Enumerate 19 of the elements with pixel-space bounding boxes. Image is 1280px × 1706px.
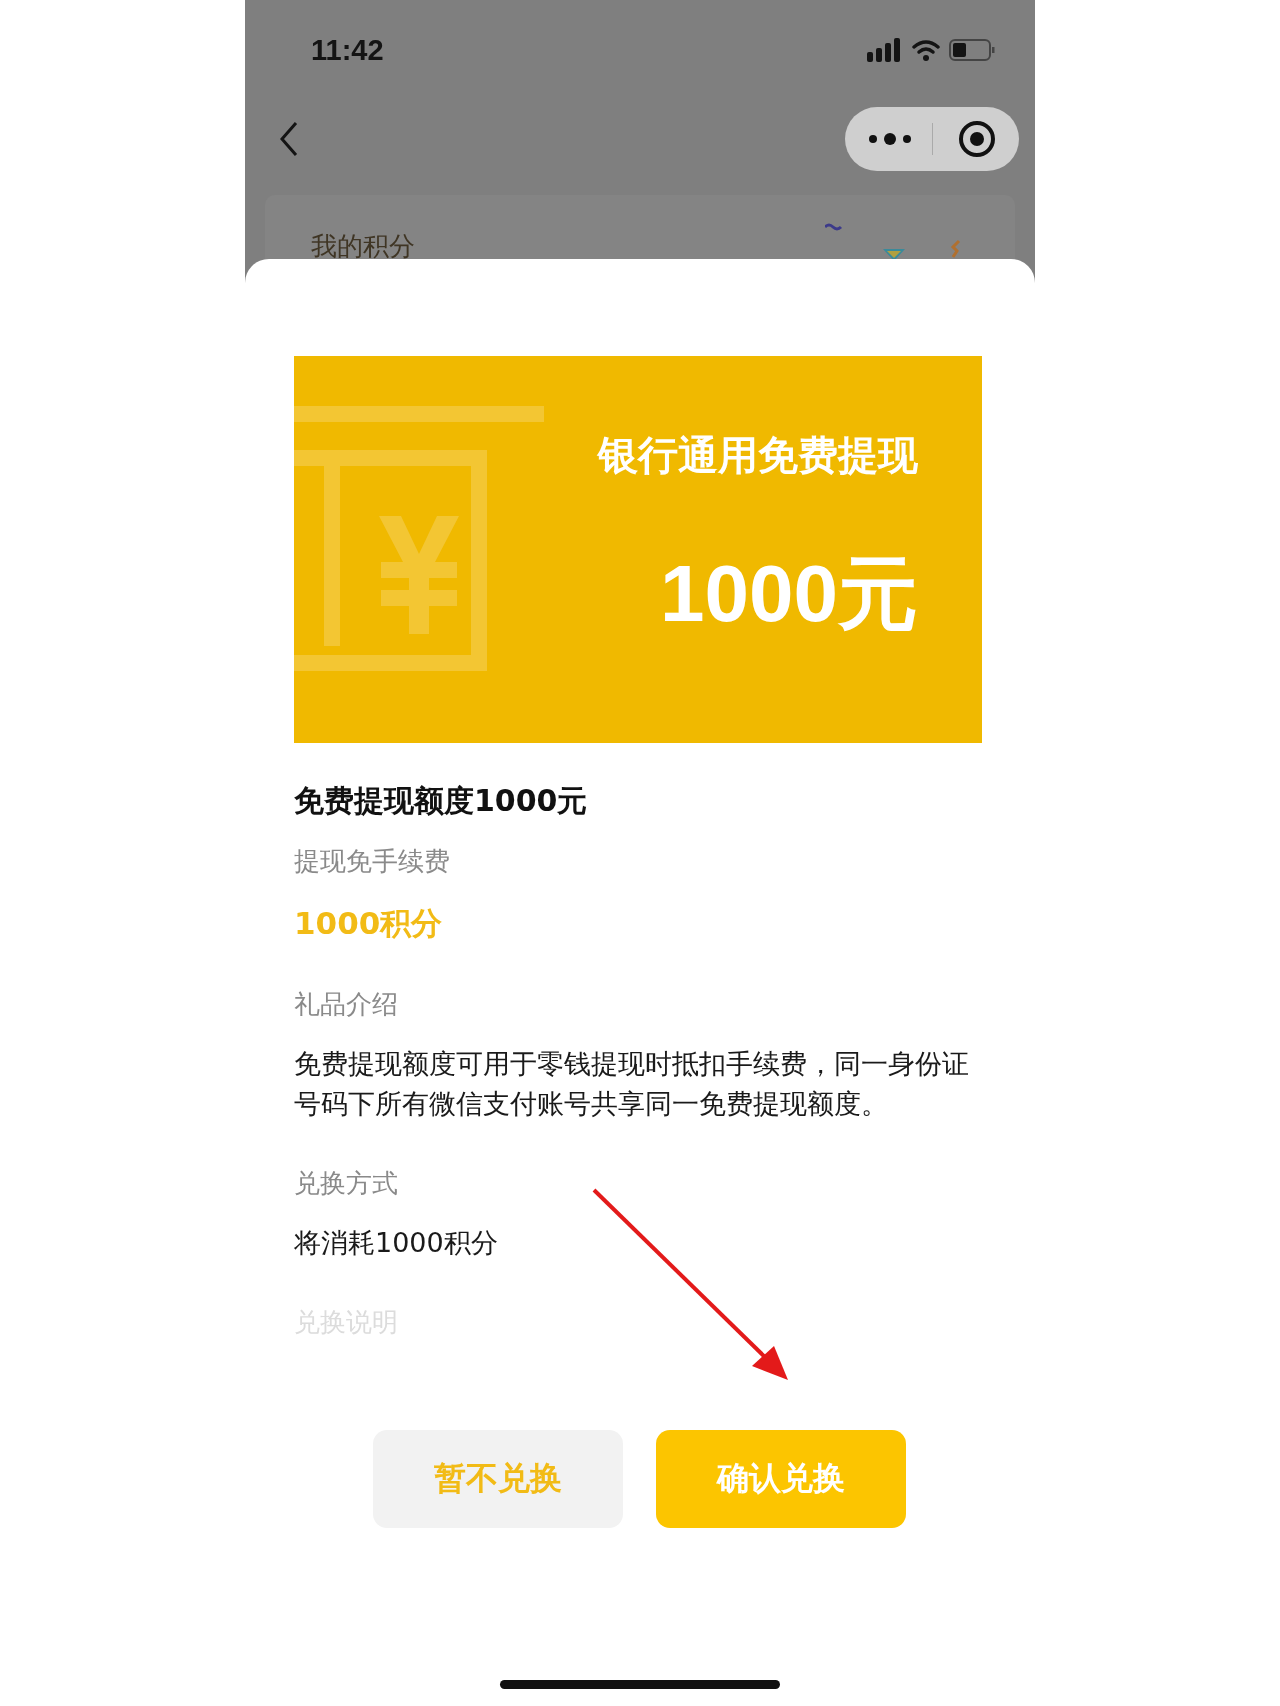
signal-icon: [867, 38, 903, 62]
section-heading: 礼品介绍: [294, 988, 398, 1021]
banner-title: 银行通用免费提现: [598, 431, 918, 480]
gift-price: 1000积分: [294, 904, 444, 943]
confirm-button[interactable]: 确认兑换: [656, 1430, 906, 1528]
cancel-button[interactable]: 暂不兑换: [373, 1430, 623, 1528]
gift-name: 免费提现额度1000元: [294, 782, 589, 820]
banner-amount: 1000元: [660, 548, 918, 640]
gift-subtitle: 提现免手续费: [294, 845, 451, 878]
card-title: 我的积分: [311, 230, 415, 263]
close-icon[interactable]: [958, 120, 996, 158]
wifi-icon: [911, 38, 941, 62]
section-text: 免费提现额度可用于零钱提现时抵扣手续费，同一身份证号码下所有微信支付账号共享同一免费提现额度。: [294, 1047, 970, 1121]
section-heading: 兑换方式: [294, 1167, 398, 1200]
status-time: 11:42: [311, 33, 384, 67]
battery-icon: [949, 38, 995, 62]
section-text: 将消耗1000积分: [294, 1226, 499, 1260]
back-icon[interactable]: [279, 121, 299, 157]
more-icon[interactable]: [868, 132, 912, 146]
